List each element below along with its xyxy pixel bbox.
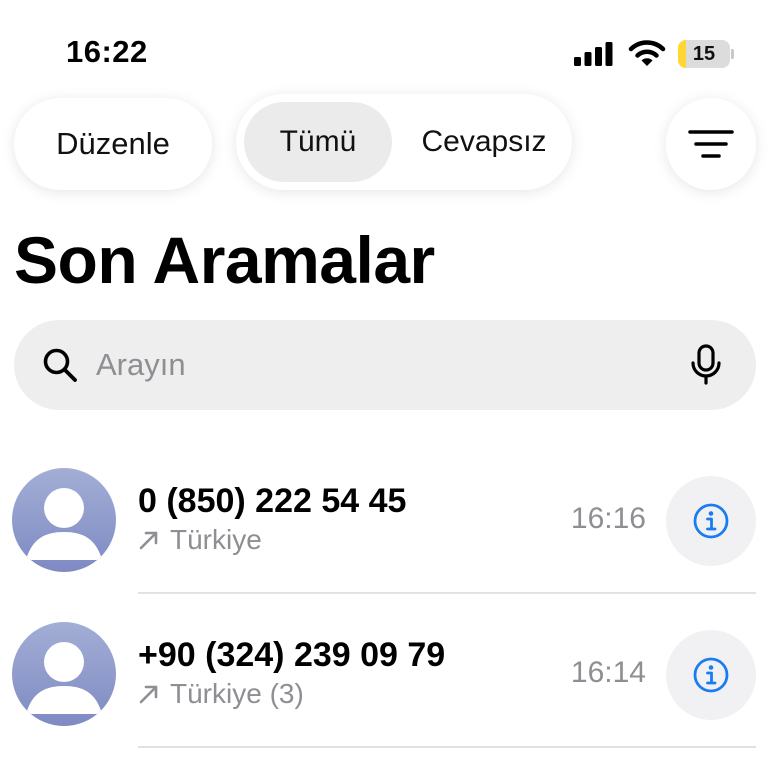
page-title: Son Aramalar [14, 223, 435, 297]
search-input[interactable] [96, 340, 656, 390]
list-item[interactable]: +90 (324) 239 09 79 Türkiye (3) 16:14 [0, 594, 768, 748]
person-icon [26, 642, 102, 714]
info-button[interactable] [666, 630, 756, 720]
toolbar: Düzenle Tümü Cevapsız [0, 92, 768, 192]
caller-location: Türkiye [170, 524, 262, 555]
list-item[interactable]: 0 (850) 222 54 45 Türkiye 16:16 [0, 440, 768, 594]
caller-number: +90 (324) 239 09 79 [138, 636, 446, 674]
caller-meta: Türkiye (3) [138, 678, 304, 710]
avatar [12, 468, 116, 572]
segment-missed[interactable]: Cevapsız [404, 102, 564, 182]
status-bar: 16:22 15 [0, 0, 768, 100]
person-icon [26, 488, 102, 560]
search-icon [43, 348, 77, 382]
info-icon [693, 503, 729, 539]
filter-lines-icon [688, 130, 734, 158]
mic-icon[interactable] [690, 344, 722, 386]
signal-icon [574, 42, 613, 66]
segmented-control: Tümü Cevapsız [236, 94, 572, 190]
info-button[interactable] [666, 476, 756, 566]
avatar [12, 622, 116, 726]
status-time: 16:22 [66, 34, 148, 69]
filter-button[interactable] [666, 98, 756, 190]
call-time: 16:14 [570, 656, 646, 689]
segment-all[interactable]: Tümü [244, 102, 392, 182]
call-list: 0 (850) 222 54 45 Türkiye 16:16 +90 (324… [0, 440, 768, 748]
battery-level: 15 [692, 43, 716, 65]
caller-meta: Türkiye [138, 524, 262, 556]
outgoing-arrow-icon [139, 531, 158, 550]
edit-button[interactable]: Düzenle [14, 98, 212, 190]
call-time: 16:16 [570, 502, 646, 535]
battery-icon: 15 [678, 40, 734, 68]
info-icon [693, 657, 729, 693]
row-divider [138, 746, 756, 748]
search-bar[interactable] [14, 320, 756, 410]
caller-number: 0 (850) 222 54 45 [138, 482, 407, 520]
outgoing-arrow-icon [139, 685, 158, 704]
wifi-icon [628, 40, 666, 66]
caller-location: Türkiye (3) [170, 678, 304, 709]
